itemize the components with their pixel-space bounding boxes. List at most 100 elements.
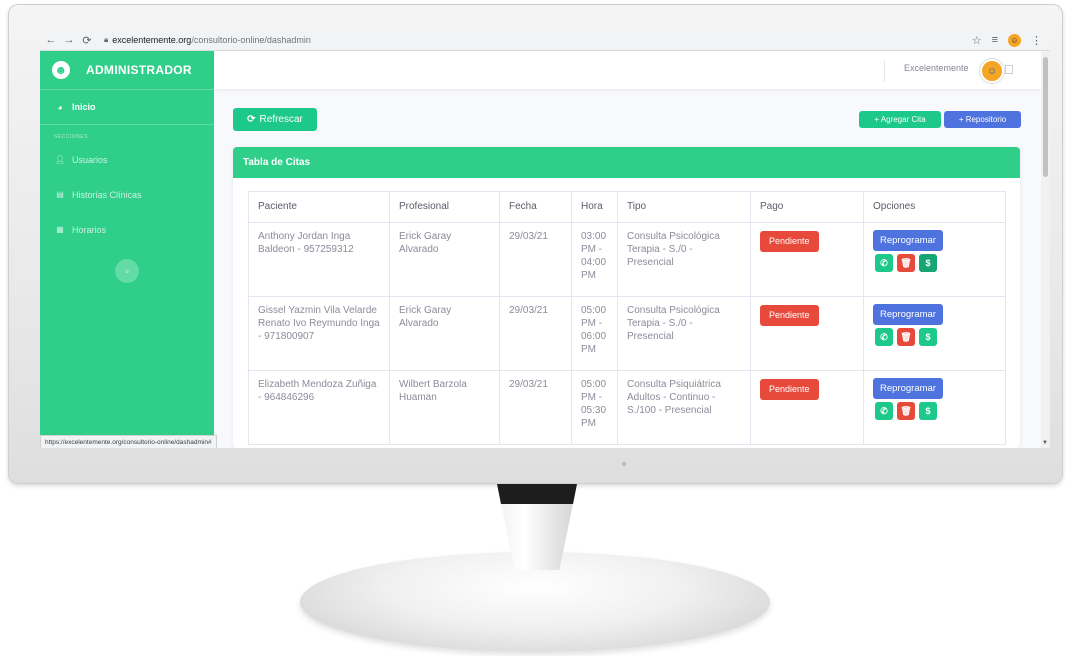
sidebar-item-label: Historias Clínicas: [72, 189, 142, 200]
trash-icon[interactable]: 🗑︎: [897, 254, 915, 272]
appointments-table: Paciente Profesional Fecha Hora Tipo Pag…: [248, 191, 1006, 445]
scroll-down-icon[interactable]: ▼: [1042, 440, 1048, 446]
back-icon[interactable]: ←: [44, 34, 58, 46]
address-bar[interactable]: excelentemente.org/consultorio-online/da…: [112, 35, 311, 45]
brand-title: ADMINISTRADOR: [86, 63, 192, 77]
dollar-icon[interactable]: $: [919, 254, 937, 272]
url-path: /consultorio-online/dashadmin: [191, 35, 311, 45]
table-header-row: Paciente Profesional Fecha Hora Tipo Pag…: [248, 191, 1006, 223]
refresh-button[interactable]: ⟳ Refrescar: [233, 108, 317, 131]
sidebar-toggle-button[interactable]: ▫: [115, 259, 139, 283]
topbar-divider: [884, 60, 885, 82]
whatsapp-icon[interactable]: ✆: [875, 254, 893, 272]
sidebar-item-inicio[interactable]: ◕ Inicio: [40, 90, 214, 125]
sidebar-item-label: Usuarios: [72, 154, 108, 165]
cell-hora: 05:00 PM - 05:30 PM: [571, 370, 618, 445]
sidebar-item-label: Horarios: [72, 224, 107, 235]
refresh-label: Refrescar: [259, 114, 303, 125]
sidebar-item-horarios[interactable]: ▦ Horarios: [40, 212, 214, 247]
add-appointment-button[interactable]: + Agregar Cita: [859, 111, 941, 128]
refresh-icon: ⟳: [247, 114, 256, 125]
table-wrapper: Paciente Profesional Fecha Hora Tipo Pag…: [248, 191, 1006, 445]
reschedule-button[interactable]: Reprogramar: [873, 304, 943, 325]
cell-fecha: 29/03/21: [499, 370, 572, 445]
power-indicator: [622, 462, 626, 466]
forward-icon[interactable]: →: [62, 34, 76, 46]
checkbox-icon: [1005, 65, 1013, 74]
status-badge: Pendiente: [760, 305, 819, 326]
column-header: Tipo: [617, 191, 751, 223]
cell-fecha: 29/03/21: [499, 222, 572, 297]
table-row: Elizabeth Mendoza Zuñiga - 964846296 Wil…: [248, 370, 1006, 445]
cell-opciones: Reprogramar ✆ 🗑︎ $: [863, 370, 1006, 445]
appointments-card: Tabla de Citas Paciente Profesional Fech…: [233, 147, 1020, 448]
cell-opciones: Reprogramar ✆ 🗑︎ $: [863, 222, 1006, 297]
column-header: Hora: [571, 191, 618, 223]
sidebar-item-historias[interactable]: ▤ Historias Clínicas: [40, 177, 214, 212]
users-icon: 👤︎: [54, 155, 66, 164]
trash-icon[interactable]: 🗑︎: [897, 402, 915, 420]
square-icon: ▫: [125, 266, 129, 276]
cell-paciente: Anthony Jordan Inga Baldeon - 957259312: [248, 222, 390, 297]
action-icons: ✆ 🗑︎ $: [875, 328, 996, 346]
whatsapp-icon[interactable]: ✆: [875, 328, 893, 346]
calendar-icon: ▦: [56, 225, 64, 234]
column-header: Profesional: [389, 191, 500, 223]
sidebar-heading: SECCIONES: [54, 134, 88, 140]
user-name[interactable]: Excelentemente: [904, 63, 969, 73]
reschedule-button[interactable]: Reprogramar: [873, 378, 943, 399]
column-header: Fecha: [499, 191, 572, 223]
user-avatar-icon[interactable]: ☺: [980, 59, 1004, 83]
cell-pago: Pendiente: [750, 296, 864, 371]
sidebar: ☻ ADMINISTRADOR ◕ Inicio SECCIONES 👤︎ Us…: [40, 51, 214, 448]
action-icons: ✆ 🗑︎ $: [875, 402, 996, 420]
reschedule-button[interactable]: Reprogramar: [873, 230, 943, 251]
cell-tipo: Consulta Psicológica Terapia - S./0 - Pr…: [617, 222, 751, 297]
page-scrollbar[interactable]: ▼: [1041, 51, 1050, 448]
whatsapp-icon[interactable]: ✆: [875, 402, 893, 420]
file-icon: ▤: [56, 190, 64, 199]
dollar-icon[interactable]: $: [919, 328, 937, 346]
topbar: Excelentemente ☺: [214, 51, 1050, 89]
profile-avatar-icon[interactable]: ☺: [1008, 33, 1021, 47]
dollar-icon[interactable]: $: [919, 402, 937, 420]
cell-tipo: Consulta Psiquiátrica Adultos - Continuo…: [617, 370, 751, 445]
cell-tipo: Consulta Psicológica Terapia - S./0 - Pr…: [617, 296, 751, 371]
cell-hora: 03:00 PM - 04:00 PM: [571, 222, 618, 297]
sidebar-brand[interactable]: ☻ ADMINISTRADOR: [40, 51, 214, 90]
sidebar-item-usuarios[interactable]: 👤︎ Usuarios: [40, 142, 214, 177]
url-host: excelentemente.org: [112, 35, 192, 45]
action-icons: ✆ 🗑︎ $: [875, 254, 996, 272]
cell-pago: Pendiente: [750, 370, 864, 445]
cell-paciente: Elizabeth Mendoza Zuñiga - 964846296: [248, 370, 390, 445]
dashboard-icon: ◕: [57, 102, 63, 112]
smile-logo-icon: ☻: [52, 61, 70, 79]
star-icon[interactable]: ☆: [972, 34, 982, 47]
sidebar-item-label: Inicio: [72, 102, 96, 112]
menu-dots-icon[interactable]: ⋮: [1031, 34, 1042, 47]
column-header: Opciones: [863, 191, 1006, 223]
column-header: Pago: [750, 191, 864, 223]
app: ☻ ADMINISTRADOR ◕ Inicio SECCIONES 👤︎ Us…: [40, 51, 1050, 448]
column-header: Paciente: [248, 191, 390, 223]
cell-profesional: Erick Garay Alvarado: [389, 296, 500, 371]
cell-paciente: Gissel Yazmin Vila Velarde Renato Ivo Re…: [248, 296, 390, 371]
trash-icon[interactable]: 🗑︎: [897, 328, 915, 346]
cell-pago: Pendiente: [750, 222, 864, 297]
reload-icon[interactable]: ⟳: [80, 34, 94, 47]
cell-profesional: Wilbert Barzola Huaman: [389, 370, 500, 445]
lock-icon: 🔒︎: [104, 35, 109, 44]
link-status-bar: https://excelentemente.org/consultorio-o…: [40, 435, 217, 448]
queue-icon[interactable]: ≡: [992, 34, 998, 46]
status-badge: Pendiente: [760, 231, 819, 252]
cell-opciones: Reprogramar ✆ 🗑︎ $: [863, 296, 1006, 371]
monitor-stand-shadow: [497, 484, 577, 504]
browser-toolbar: ← → ⟳ 🔒︎ excelentemente.org/consultorio-…: [40, 30, 1050, 51]
screen: ← → ⟳ 🔒︎ excelentemente.org/consultorio-…: [40, 30, 1050, 448]
cell-fecha: 29/03/21: [499, 296, 572, 371]
scrollbar-thumb[interactable]: [1043, 57, 1048, 177]
cell-hora: 05:00 PM - 06:00 PM: [571, 296, 618, 371]
repository-button[interactable]: + Repositorio: [944, 111, 1021, 128]
table-row: Gissel Yazmin Vila Velarde Renato Ivo Re…: [248, 296, 1006, 371]
card-title: Tabla de Citas: [233, 147, 1020, 178]
